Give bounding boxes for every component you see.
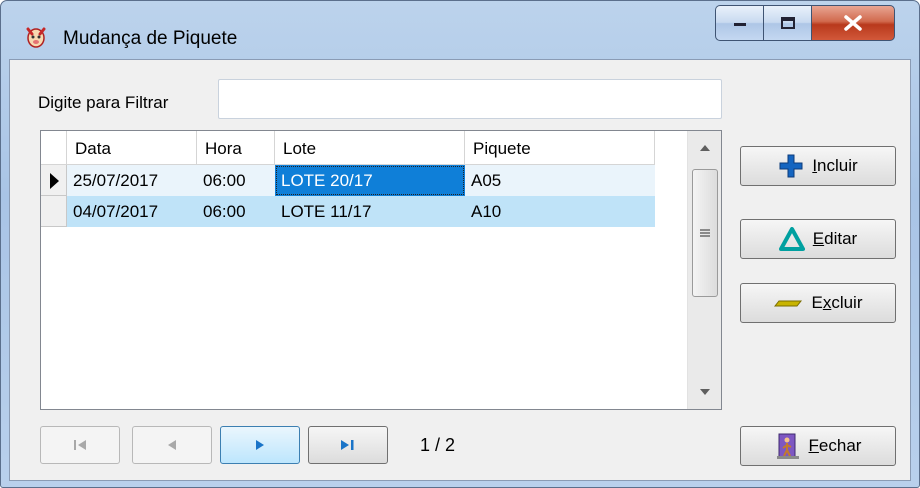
cell-lote[interactable]: LOTE 20/17 [275, 165, 465, 196]
maximize-icon [780, 17, 795, 29]
fechar-button[interactable]: Fechar [740, 426, 896, 466]
close-button[interactable] [811, 5, 895, 41]
excluir-button[interactable]: Excluir [740, 283, 896, 323]
close-icon [844, 15, 862, 31]
scroll-up-arrow-icon [700, 145, 710, 151]
cell-piquete[interactable]: A05 [465, 165, 655, 196]
column-header-data[interactable]: Data [67, 131, 197, 165]
next-icon [256, 440, 264, 450]
grid-header: Data Hora Lote Piquete [41, 131, 655, 165]
first-icon [74, 440, 86, 450]
row-indicator-header [41, 131, 67, 165]
table-row[interactable]: 25/07/2017 06:00 LOTE 20/17 A05 [41, 165, 655, 196]
incluir-label: Incluir [812, 156, 858, 175]
scroll-down-arrow-icon [700, 389, 710, 395]
window-title: Mudança de Piquete [63, 28, 238, 49]
scrollbar-thumb[interactable] [692, 169, 718, 297]
minimize-icon [733, 23, 746, 26]
dialog-body: Digite para Filtrar Data Hora Lote Pique… [9, 59, 911, 481]
current-row-arrow-icon [50, 173, 59, 189]
column-header-lote[interactable]: Lote [275, 131, 465, 165]
cell-data[interactable]: 04/07/2017 [67, 196, 197, 227]
cell-lote[interactable]: LOTE 11/17 [275, 196, 465, 227]
exit-door-icon [776, 433, 799, 459]
last-icon [341, 440, 354, 450]
vertical-scrollbar[interactable] [687, 131, 721, 409]
application-window: Mudança de Piquete Digite para Filtrar D… [0, 0, 920, 488]
grip-icon [700, 229, 710, 237]
excluir-label: Excluir [811, 293, 863, 312]
maximize-button[interactable] [763, 5, 811, 41]
title-bar[interactable]: Mudança de Piquete [1, 1, 919, 59]
cell-hora[interactable]: 06:00 [197, 165, 275, 196]
app-icon [26, 27, 46, 48]
plus-icon [779, 154, 803, 178]
editar-button[interactable]: Editar [740, 219, 896, 259]
scroll-up-button[interactable] [688, 131, 721, 165]
scroll-down-button[interactable] [688, 375, 721, 409]
editar-label: Editar [812, 229, 858, 248]
last-record-button[interactable] [308, 426, 388, 464]
fechar-label: Fechar [808, 436, 862, 455]
next-record-button[interactable] [220, 426, 300, 464]
data-grid[interactable]: Data Hora Lote Piquete 25/07/2017 06:00 … [40, 130, 722, 410]
first-record-button[interactable] [40, 426, 120, 464]
row-indicator[interactable] [41, 165, 67, 196]
caption-buttons [715, 5, 895, 41]
page-indicator: 1 / 2 [420, 435, 456, 455]
previous-record-button[interactable] [132, 426, 212, 464]
row-indicator[interactable] [41, 196, 67, 227]
triangle-edit-icon [778, 227, 805, 251]
cell-data[interactable]: 25/07/2017 [67, 165, 197, 196]
minus-icon [774, 300, 803, 307]
incluir-button[interactable]: Incluir [740, 146, 896, 186]
filter-label: Digite para Filtrar [38, 93, 169, 112]
filter-input[interactable] [218, 79, 722, 119]
minimize-button[interactable] [715, 5, 763, 41]
previous-icon [168, 440, 176, 450]
table-row[interactable]: 04/07/2017 06:00 LOTE 11/17 A10 [41, 196, 655, 227]
column-header-hora[interactable]: Hora [197, 131, 275, 165]
column-header-piquete[interactable]: Piquete [465, 131, 655, 165]
cell-hora[interactable]: 06:00 [197, 196, 275, 227]
cell-piquete[interactable]: A10 [465, 196, 655, 227]
